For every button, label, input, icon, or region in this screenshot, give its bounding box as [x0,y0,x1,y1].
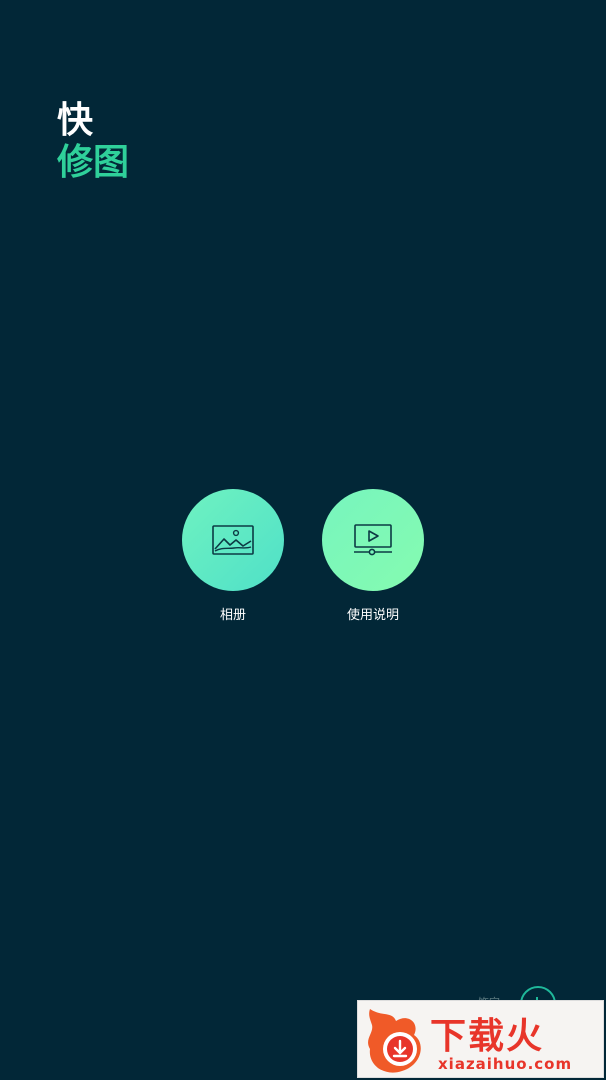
instructions-button[interactable]: 使用说明 [322,489,424,623]
app-title-line2: 修图 [57,142,130,183]
album-button[interactable]: 相册 [182,489,284,623]
picture-icon [212,525,254,555]
album-circle[interactable] [182,489,284,591]
app-title-line1: 快 [57,100,94,141]
watermark-banner: 下载火 xiazaihuo.com [357,1000,604,1078]
video-play-icon [354,524,392,556]
watermark-url: xiazaihuo.com [438,1055,573,1073]
flame-logo-icon [368,1009,421,1073]
watermark-title: 下载火 [430,1016,545,1057]
app-title: 快 修图 [57,103,129,181]
instructions-circle[interactable] [322,489,424,591]
album-label: 相册 [219,608,246,623]
instructions-label: 使用说明 [346,608,399,623]
